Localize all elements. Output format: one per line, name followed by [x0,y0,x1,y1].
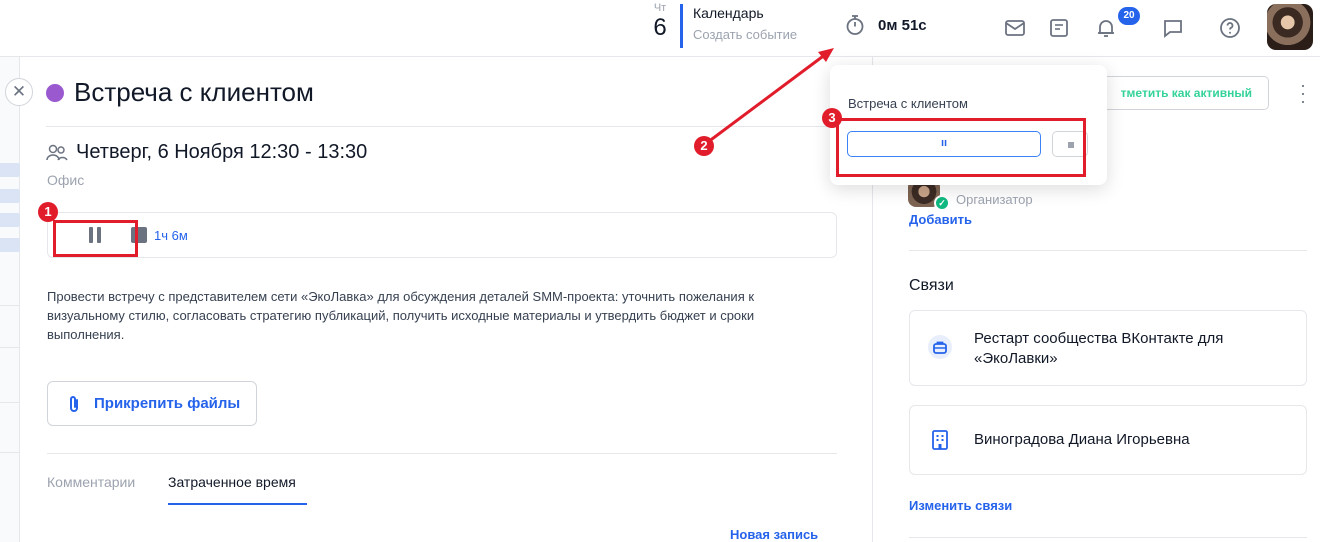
stopwatch-icon [846,15,864,35]
divider [0,305,20,306]
active-tab-indicator [168,503,307,505]
highlight-box-1 [53,220,138,257]
mail-icon[interactable] [1003,16,1027,40]
add-participant-link[interactable]: Добавить [909,212,972,227]
highlight-box-3 [836,118,1086,177]
marker-2: 2 [694,136,714,156]
marker-3: 3 [822,108,842,128]
briefcase-icon [928,335,952,359]
day-number: 6 [653,14,667,41]
event-description: Провести встречу с представителем сети «… [47,289,755,342]
bell-icon[interactable] [1094,16,1118,40]
divider [909,537,1307,538]
calendar-widget[interactable]: Календарь Создать событие [680,4,797,48]
paperclip-icon [70,395,78,412]
list-item [0,238,20,252]
link-card-text: Рестарт сообщества ВКонтакте для «ЭкоЛав… [974,330,1224,367]
attach-files-button[interactable]: Прикрепить файлы [47,381,257,426]
event-panel: Встреча с клиентом Четверг, 6 Ноября 12:… [20,57,873,542]
divider [909,250,1307,251]
organizer-role: Организатор [956,192,1033,207]
user-avatar[interactable] [1267,4,1313,50]
divider [46,126,873,127]
header-timer-value: 0м 51с [878,16,927,34]
day-of-week: Чт [653,2,667,14]
meeting-row: Четверг, 6 Ноября 12:30 - 13:30 [46,141,367,164]
building-icon [928,428,952,452]
links-title: Связи [909,277,954,294]
title-row: Встреча с клиентом [46,77,314,108]
link-card-project[interactable]: Рестарт сообщества ВКонтакте для «ЭкоЛав… [909,310,1307,386]
time-tracker-row: 1ч 6м [47,212,837,258]
notes-icon[interactable] [1047,16,1071,40]
event-datetime: Четверг, 6 Ноября 12:30 - 13:30 [76,141,368,163]
tab-comments[interactable]: Комментарии [47,474,135,490]
divider [0,347,20,348]
header-timer[interactable]: 0м 51с [845,14,927,36]
event-color-dot [46,83,64,102]
create-event-link[interactable]: Создать событие [693,27,797,42]
divider [47,453,837,454]
divider [0,402,20,403]
check-icon: ✓ [934,195,950,211]
top-header: Чт 6 Календарь Создать событие 0м 51с 20 [0,0,1320,57]
divider [0,452,20,453]
list-item [0,163,20,177]
marker-1: 1 [38,202,58,222]
more-options-icon[interactable]: · · · [1300,76,1306,110]
date-box[interactable]: Чт 6 [646,2,674,42]
list-item [0,189,20,203]
participants-icon [46,144,68,160]
notifications-badge: 20 [1118,7,1140,25]
popup-title: Встреча с клиентом [848,96,968,111]
link-card-contact[interactable]: Виноградова Диана Игорьевна [909,405,1307,475]
event-title: Встреча с клиентом [74,77,314,107]
chat-icon[interactable] [1161,16,1185,40]
tab-time-spent[interactable]: Затраченное время [168,474,296,490]
edit-links-link[interactable]: Изменить связи [909,498,1012,513]
event-place: Офис [47,172,85,188]
new-record-link[interactable]: Новая запись [730,527,818,542]
help-icon[interactable] [1218,16,1242,40]
list-item [0,213,20,227]
mark-active-button[interactable]: тметить как активный [1083,76,1269,110]
link-card-text: Виноградова Диана Игорьевна [974,431,1190,448]
elapsed-time: 1ч 6м [154,228,188,243]
calendar-title[interactable]: Календарь [693,4,797,22]
background-list-fragment [0,57,20,542]
attach-files-label: Прикрепить файлы [94,395,241,412]
